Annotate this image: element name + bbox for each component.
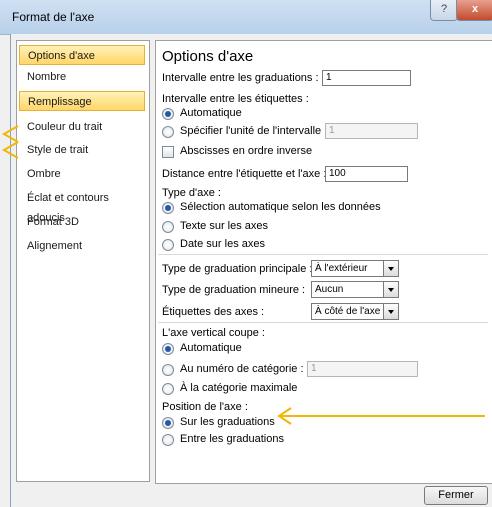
axis-position-between-ticks-radio[interactable] (162, 434, 174, 446)
category-list: Options d'axe Nombre Remplissage Couleur… (16, 40, 150, 482)
sidebar-item-3d-format[interactable]: Format 3D (19, 212, 145, 232)
label-interval-label: Intervalle entre les étiquettes : (162, 93, 309, 105)
sidebar-item-number[interactable]: Nombre (19, 67, 145, 87)
axis-type-label: Type d'axe : (162, 187, 221, 199)
axis-labels-label: Étiquettes des axes : (162, 306, 265, 318)
axis-position-between-ticks-label: Entre les graduations (180, 433, 284, 445)
vertical-cross-category-radio[interactable] (162, 364, 174, 376)
close-button[interactable]: Fermer (424, 486, 488, 505)
sidebar-item-glow[interactable]: Éclat et contours adoucis (19, 188, 145, 224)
label-distance-label: Distance entre l'étiquette et l'axe : (162, 168, 327, 180)
tick-interval-label: Intervalle entre les graduations : (162, 72, 319, 84)
chevron-down-icon[interactable] (383, 282, 398, 297)
chevron-down-icon[interactable] (383, 304, 398, 319)
major-tick-select[interactable]: À l'extérieur (311, 260, 399, 277)
vertical-cross-auto-label: Automatique (180, 342, 242, 354)
label-interval-specify-radio[interactable] (162, 126, 174, 138)
tick-interval-input[interactable]: 1 (322, 70, 411, 86)
vertical-cross-label: L'axe vertical coupe : (162, 327, 265, 339)
help-button[interactable]: ? (430, 0, 458, 21)
window-title: Format de l'axe (12, 10, 95, 24)
axis-position-on-ticks-label: Sur les graduations (180, 416, 275, 428)
sidebar-item-line-style[interactable]: Style de trait (19, 140, 145, 160)
reverse-order-label: Abscisses en ordre inverse (180, 145, 313, 157)
vertical-cross-max-label: À la catégorie maximale (180, 382, 298, 394)
major-tick-label: Type de graduation principale : (162, 263, 313, 275)
label-distance-input[interactable]: 100 (325, 166, 408, 182)
axis-type-text-label: Texte sur les axes (180, 220, 269, 232)
minor-tick-label: Type de graduation mineure : (162, 284, 306, 296)
major-tick-value: À l'extérieur (315, 263, 368, 274)
vertical-cross-max-radio[interactable] (162, 383, 174, 395)
axis-type-date-radio[interactable] (162, 239, 174, 251)
vertical-cross-category-input[interactable]: 1 (307, 361, 418, 377)
axis-type-date-label: Date sur les axes (180, 238, 265, 250)
right-arrow-icon (277, 407, 485, 425)
separator (158, 322, 488, 323)
sidebar-item-fill[interactable]: Remplissage (19, 91, 145, 111)
axis-position-on-ticks-radio[interactable] (162, 417, 174, 429)
sidebar-item-alignment[interactable]: Alignement (19, 236, 145, 256)
panel-title: Options d'axe (162, 48, 254, 65)
vertical-cross-auto-radio[interactable] (162, 343, 174, 355)
axis-position-label: Position de l'axe : (162, 401, 248, 413)
label-interval-auto-label: Automatique (180, 107, 242, 119)
axis-type-auto-radio[interactable] (162, 202, 174, 214)
title-bar: Format de l'axe ? x (0, 0, 492, 35)
sidebar-item-line-color[interactable]: Couleur du trait (19, 117, 145, 137)
reverse-order-checkbox[interactable] (162, 146, 174, 158)
minor-tick-value: Aucun (315, 284, 344, 295)
axis-type-auto-label: Sélection automatique selon les données (180, 201, 381, 213)
label-interval-specify-label: Spécifier l'unité de l'intervalle : (180, 125, 328, 137)
chevron-down-icon[interactable] (383, 261, 398, 276)
left-arrows-icon (1, 125, 19, 159)
axis-labels-value: À côté de l'axe (315, 306, 381, 317)
separator (158, 254, 488, 255)
close-window-button[interactable]: x (456, 0, 492, 21)
axis-type-text-radio[interactable] (162, 221, 174, 233)
label-interval-specify-input[interactable]: 1 (325, 123, 418, 139)
sidebar-item-axis-options[interactable]: Options d'axe (19, 45, 145, 65)
axis-labels-select[interactable]: À côté de l'axe (311, 303, 399, 320)
label-interval-auto-radio[interactable] (162, 108, 174, 120)
minor-tick-select[interactable]: Aucun (311, 281, 399, 298)
sidebar-item-shadow[interactable]: Ombre (19, 164, 145, 184)
vertical-cross-category-label: Au numéro de catégorie : (180, 363, 304, 375)
